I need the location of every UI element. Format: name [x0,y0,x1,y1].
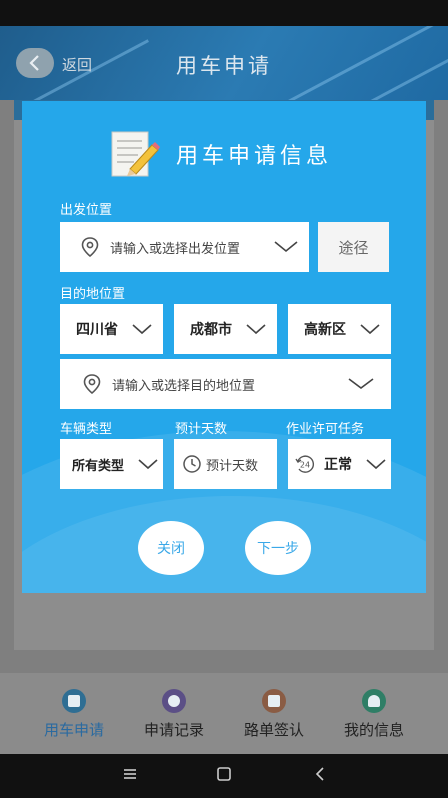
province-value: 四川省 [76,322,118,338]
tab-my-info[interactable]: 我的信息 [318,673,430,754]
tab-label: 我的信息 [343,721,404,739]
chevron-down-icon [274,241,298,253]
location-icon [162,689,186,713]
tab-route-signoff[interactable]: 路单签认 [218,673,330,754]
city-select[interactable]: 成都市 [174,304,277,354]
destination-input[interactable]: 请输入或选择目的地位置 [60,359,391,409]
home-nav-icon[interactable] [216,766,232,786]
tab-label: 用车申请 [43,721,104,739]
destination-label: 目的地位置 [60,287,126,302]
system-navigation-bar [0,754,448,798]
menu-icon[interactable] [122,766,138,786]
destination-placeholder: 请输入或选择目的地位置 [112,378,256,394]
vehicle-type-select[interactable]: 所有类型 [60,439,163,489]
tab-application-records[interactable]: 申请记录 [118,673,230,754]
page-title: 用车申请 [176,54,272,78]
route-button[interactable]: 途径 [318,222,389,272]
work-permit-label: 作业许可任务 [286,422,365,437]
svg-text:24: 24 [300,461,310,470]
chevron-down-icon [366,459,386,470]
city-value: 成都市 [190,322,232,338]
next-step-button[interactable]: 下一步 [245,521,311,575]
user-icon [362,689,386,713]
back-nav-icon[interactable] [312,766,328,786]
dialog-title: 用车申请信息 [176,144,333,169]
location-pin-icon [82,373,102,395]
location-pin-icon [80,236,100,258]
estimated-days-input[interactable]: 预计天数 [174,439,277,489]
estimated-days-label: 预计天数 [175,422,228,437]
work-permit-value: 正常 [324,457,352,473]
district-value: 高新区 [304,322,346,338]
chevron-down-icon [138,459,158,470]
status-bar [0,0,448,26]
notepad-pencil-icon [111,131,160,177]
document-icon [262,689,286,713]
work-permit-select[interactable]: 24 正常 [288,439,391,489]
application-info-dialog: 用车申请信息 出发位置 请输入或选择出发位置 途径 目的地位置 四川省 成都市 … [22,101,426,593]
clock-icon [182,454,202,474]
chevron-down-icon [360,324,380,335]
app-header: 返回 用车申请 [0,26,448,100]
vehicle-type-label: 车辆类型 [60,422,113,437]
tab-vehicle-application[interactable]: 用车申请 [18,673,130,754]
district-select[interactable]: 高新区 [288,304,391,354]
24-hour-icon: 24 [294,453,316,475]
close-button[interactable]: 关闭 [138,521,204,575]
bottom-tab-bar: 用车申请 申请记录 路单签认 我的信息 [0,673,448,754]
dialog-header: 用车申请信息 [108,129,332,179]
chevron-down-icon [132,324,152,335]
vehicle-type-value: 所有类型 [72,458,125,474]
departure-label: 出发位置 [60,203,113,218]
estimated-days-placeholder: 预计天数 [206,458,259,474]
tab-label: 申请记录 [143,721,204,739]
tab-label: 路单签认 [243,721,304,739]
departure-input[interactable]: 请输入或选择出发位置 [60,222,309,272]
chevron-down-icon [246,324,266,335]
chevron-down-icon [348,378,374,390]
province-select[interactable]: 四川省 [60,304,163,354]
departure-placeholder: 请输入或选择出发位置 [110,241,241,257]
home-icon [62,689,86,713]
